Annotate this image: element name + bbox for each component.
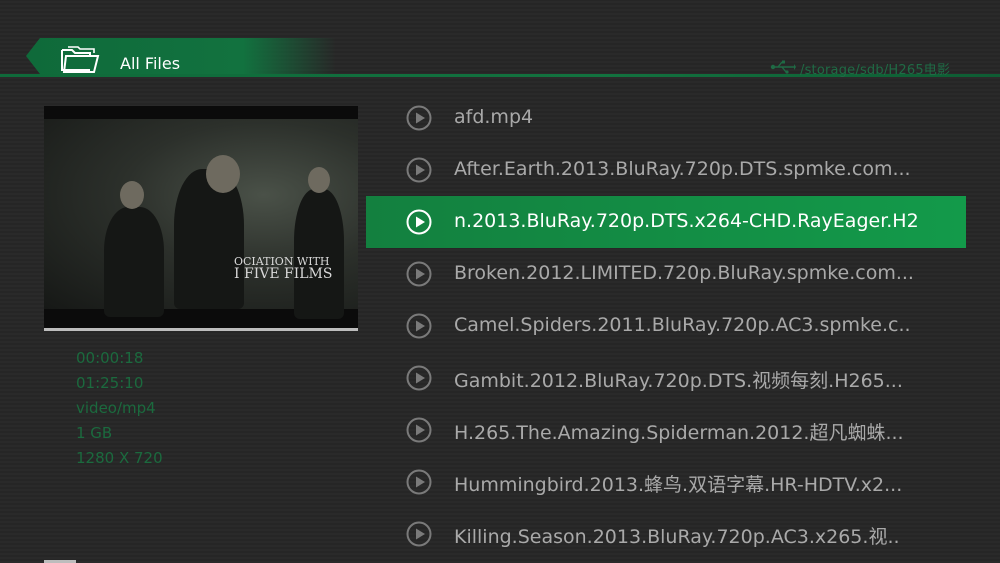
file-name: H.265.The.Amazing.Spiderman.2012.超凡蜘蛛...: [454, 422, 904, 444]
file-name: Killing.Season.2013.BluRay.720p.AC3.x265…: [454, 526, 900, 548]
play-icon: [406, 261, 432, 287]
file-name: Hummingbird.2013.蜂鸟.双语字幕.HR-HDTV.x2...: [454, 474, 903, 496]
file-name: afd.mp4: [454, 106, 534, 128]
resolution: 1280 X 720: [76, 449, 163, 467]
breadcrumb-path: /storage/sdb/H265电影: [800, 63, 951, 78]
list-item[interactable]: H.265.The.Amazing.Spiderman.2012.超凡蜘蛛...: [366, 404, 966, 456]
page-title: All Files: [120, 54, 181, 73]
current-time: 00:00:18: [76, 349, 144, 367]
video-overlay-text: OCIATION WITH I FIVE FILMS: [234, 256, 333, 282]
duration: 01:25:10: [76, 374, 144, 392]
play-icon: [406, 313, 432, 339]
list-item[interactable]: Gambit.2012.BluRay.720p.DTS.视频每刻.H265...: [366, 352, 966, 404]
figure-shape: [294, 189, 344, 319]
video-preview[interactable]: OCIATION WITH I FIVE FILMS: [44, 106, 358, 331]
usb-icon: [770, 60, 796, 74]
mime-type: video/mp4: [76, 399, 156, 417]
play-icon: [406, 105, 432, 131]
figure-shape: [104, 207, 164, 317]
play-icon: [406, 417, 432, 443]
list-item[interactable]: Camel.Spiders.2011.BluRay.720p.AC3.spmke…: [366, 300, 966, 352]
list-item-selected[interactable]: n.2013.BluRay.720p.DTS.x264-CHD.RayEager…: [366, 196, 966, 248]
list-item[interactable]: Broken.2012.LIMITED.720p.BluRay.spmke.co…: [366, 248, 966, 300]
figure-head: [206, 155, 240, 193]
file-name: Gambit.2012.BluRay.720p.DTS.视频每刻.H265...: [454, 370, 903, 392]
play-icon: [406, 209, 432, 235]
list-item[interactable]: afd.mp4: [366, 92, 966, 144]
figure-shape: [174, 169, 244, 309]
list-item[interactable]: After.Earth.2013.BluRay.720p.DTS.spmke.c…: [366, 144, 966, 196]
play-icon: [406, 157, 432, 183]
play-icon: [406, 469, 432, 495]
file-name: Broken.2012.LIMITED.720p.BluRay.spmke.co…: [454, 262, 914, 284]
file-name: Camel.Spiders.2011.BluRay.720p.AC3.spmke…: [454, 314, 911, 336]
list-item[interactable]: Killing.Season.2013.BluRay.720p.AC3.x265…: [366, 508, 966, 560]
list-item[interactable]: Hummingbird.2013.蜂鸟.双语字幕.HR-HDTV.x2...: [366, 456, 966, 508]
file-name: After.Earth.2013.BluRay.720p.DTS.spmke.c…: [454, 158, 911, 180]
video-metadata: 00:00:18 01:25:10 video/mp4 1 GB 1280 X …: [76, 346, 163, 471]
play-icon: [406, 521, 432, 547]
folder-icon: [61, 46, 100, 73]
play-icon: [406, 365, 432, 391]
file-list: afd.mp4 After.Earth.2013.BluRay.720p.DTS.…: [366, 92, 966, 560]
file-name: n.2013.BluRay.720p.DTS.x264-CHD.RayEager…: [454, 210, 919, 232]
overlay-line: I FIVE FILMS: [234, 266, 333, 282]
figure-head: [120, 181, 144, 209]
figure-head: [308, 167, 330, 193]
file-size: 1 GB: [76, 424, 113, 442]
